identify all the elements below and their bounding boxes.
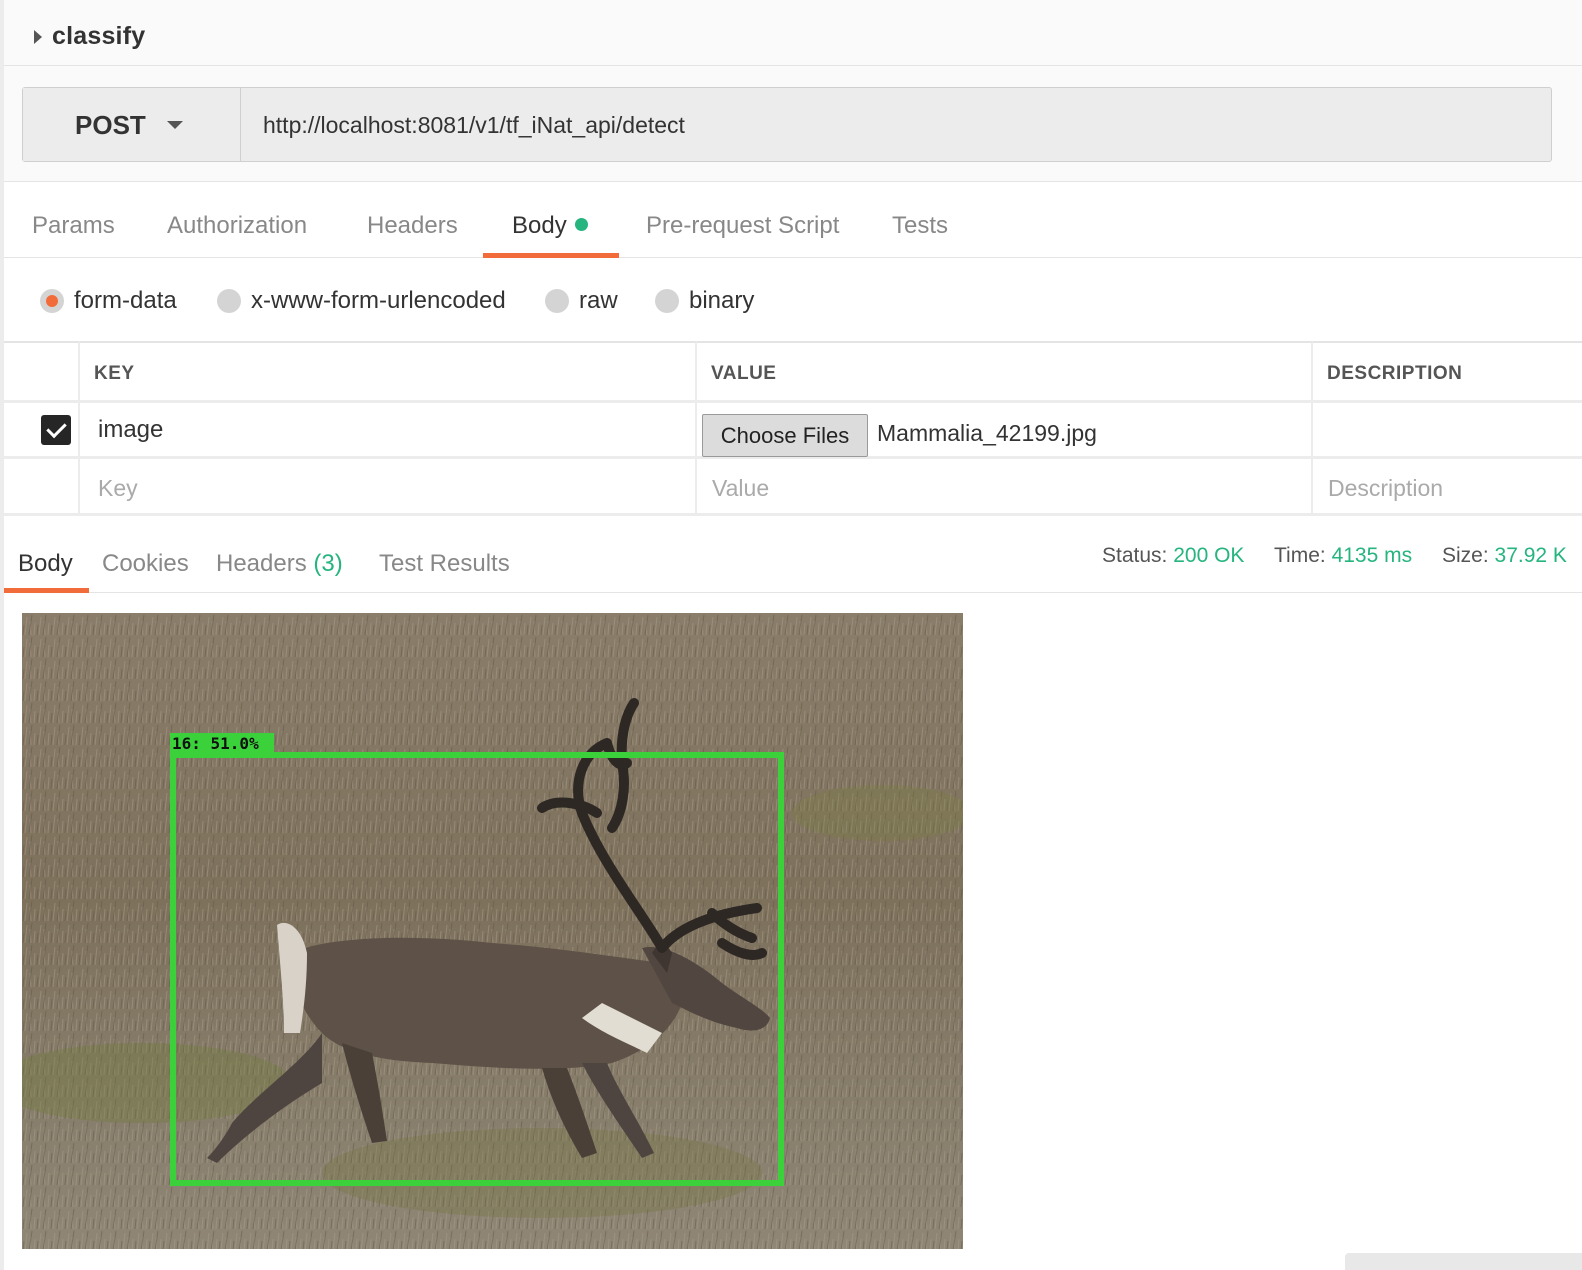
chevron-down-icon xyxy=(167,121,183,129)
method-dropdown[interactable]: POST xyxy=(23,88,241,161)
status-label: Status: xyxy=(1102,544,1168,567)
row-key-cell[interactable] xyxy=(80,403,697,459)
column-header-value: VALUE xyxy=(711,363,777,384)
radio-label: binary xyxy=(689,287,755,314)
radio-icon xyxy=(217,289,241,313)
url-input[interactable]: http://localhost:8081/v1/tf_iNat_api/det… xyxy=(263,112,685,139)
detection-label: 16: 51.0% xyxy=(172,734,259,753)
form-data-table: KEY VALUE DESCRIPTION image Choose Files… xyxy=(4,341,1582,516)
column-header-description: DESCRIPTION xyxy=(1327,363,1463,384)
response-tab-test-results[interactable]: Test Results xyxy=(379,550,510,578)
response-tab-headers[interactable]: Headers (3) xyxy=(216,550,343,578)
column-header-key: KEY xyxy=(94,363,135,384)
value-placeholder[interactable]: Value xyxy=(712,475,769,502)
response-tab-cookies[interactable]: Cookies xyxy=(102,550,189,578)
request-url-box: POST http://localhost:8081/v1/tf_iNat_ap… xyxy=(22,87,1552,162)
radio-selected-icon xyxy=(40,289,64,313)
status-dot-icon xyxy=(574,218,588,232)
size-value[interactable]: 37.92 K xyxy=(1495,544,1567,567)
key-placeholder[interactable]: Key xyxy=(98,475,138,502)
horizontal-scrollbar[interactable] xyxy=(1345,1253,1582,1270)
description-placeholder[interactable]: Description xyxy=(1328,475,1443,502)
headers-count-badge: (3) xyxy=(313,550,343,577)
reindeer-detection-photo xyxy=(22,613,963,1249)
radio-raw[interactable]: raw xyxy=(545,287,618,315)
response-tab-headers-label: Headers xyxy=(216,550,307,577)
radio-icon xyxy=(655,289,679,313)
response-image: 16: 51.0% xyxy=(22,613,963,1249)
radio-label: raw xyxy=(579,287,618,314)
request-tabs: Params Authorization Headers Body Pre-re… xyxy=(4,182,1582,258)
active-tab-underline xyxy=(483,253,619,258)
radio-binary[interactable]: binary xyxy=(655,287,754,315)
tab-pre-request-script[interactable]: Pre-request Script xyxy=(646,212,839,240)
active-response-tab-underline xyxy=(4,588,89,593)
time-label: Time: xyxy=(1274,544,1326,567)
response-tab-body[interactable]: Body xyxy=(18,550,73,578)
row-description-cell[interactable] xyxy=(1313,403,1582,459)
time-value[interactable]: 4135 ms xyxy=(1332,544,1413,567)
header-cell-value: VALUE xyxy=(697,341,1313,403)
header-cell-key: KEY xyxy=(80,341,697,403)
param-key[interactable]: image xyxy=(98,416,163,444)
response-size: Size: 37.92 K xyxy=(1442,544,1567,568)
response-time: Time: 4135 ms xyxy=(1274,544,1412,568)
header-cell-check xyxy=(4,341,80,403)
empty-row-check-cell xyxy=(4,459,80,516)
choose-files-button[interactable]: Choose Files xyxy=(702,414,868,457)
tab-body[interactable]: Body xyxy=(512,212,588,240)
selected-file-name: Mammalia_42199.jpg xyxy=(877,420,1097,446)
tab-tests[interactable]: Tests xyxy=(892,212,948,240)
radio-x-www-form-urlencoded[interactable]: x-www-form-urlencoded xyxy=(217,287,506,315)
collection-title: classify xyxy=(52,22,146,50)
new-key-cell[interactable] xyxy=(80,459,697,516)
response-tabs: Body Cookies Headers (3) Test Results St… xyxy=(4,516,1582,593)
size-label: Size: xyxy=(1442,544,1489,567)
radio-icon xyxy=(545,289,569,313)
new-value-cell[interactable] xyxy=(697,459,1313,516)
body-type-options: form-data x-www-form-urlencoded raw bina… xyxy=(4,259,1582,341)
radio-form-data[interactable]: form-data xyxy=(40,287,177,315)
collection-header[interactable]: classify xyxy=(4,0,1582,66)
radio-label: form-data xyxy=(74,287,177,314)
status-value[interactable]: 200 OK xyxy=(1173,544,1244,567)
caret-right-icon[interactable] xyxy=(34,30,42,44)
request-bar: POST http://localhost:8081/v1/tf_iNat_ap… xyxy=(4,66,1582,182)
row-enabled-checkbox[interactable] xyxy=(41,415,71,445)
radio-label: x-www-form-urlencoded xyxy=(251,287,506,314)
tab-headers[interactable]: Headers xyxy=(367,212,458,240)
tab-params[interactable]: Params xyxy=(32,212,115,240)
tab-body-label: Body xyxy=(512,212,567,239)
response-status: Status: 200 OK xyxy=(1102,544,1244,568)
method-label: POST xyxy=(75,110,146,140)
header-cell-description: DESCRIPTION xyxy=(1313,341,1582,403)
tab-authorization[interactable]: Authorization xyxy=(167,212,307,240)
